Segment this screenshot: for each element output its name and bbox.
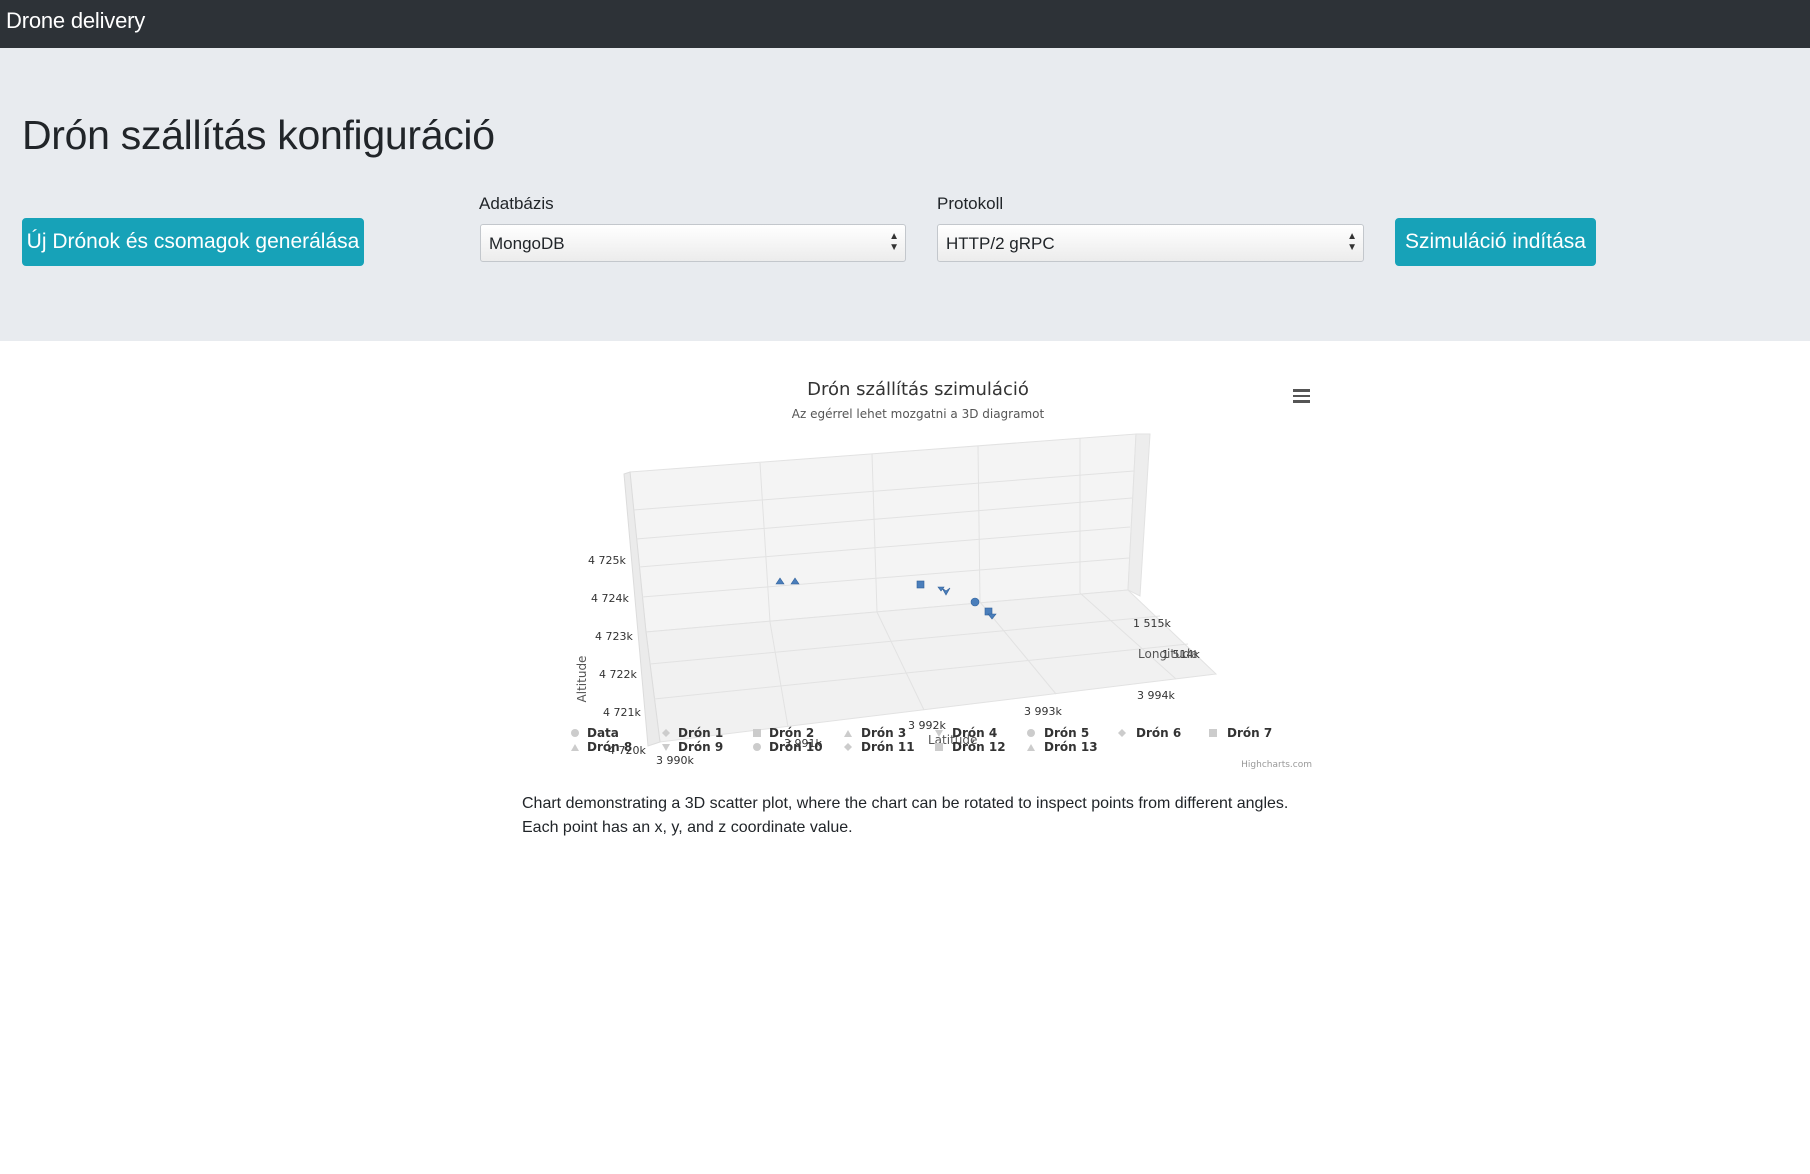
legend-marker-icon <box>662 744 670 751</box>
legend-marker-icon <box>753 743 761 751</box>
legend-marker-icon <box>1027 744 1035 751</box>
legend-label: Drón 6 <box>1136 726 1181 740</box>
legend-label: Data <box>587 726 619 740</box>
legend-item-dron-13[interactable]: Drón 13 <box>1027 740 1098 754</box>
legend-label: Drón 11 <box>861 740 915 754</box>
legend-label: Drón 13 <box>1044 740 1098 754</box>
legend-label: Drón 1 <box>678 726 723 740</box>
legend-item-dron-5[interactable]: Drón 5 <box>1027 726 1089 740</box>
select-arrows-icon: ▲ ▼ <box>1347 231 1357 253</box>
x-tick-label: 3 990k <box>656 754 694 767</box>
legend-marker-icon <box>935 743 943 751</box>
chart-caption: Chart demonstrating a 3D scatter plot, w… <box>522 795 1289 836</box>
chart-title: Drón szállítás szimuláció <box>807 379 1029 400</box>
legend-item-dron-8[interactable]: Drón 8 <box>571 740 632 754</box>
legend-marker-icon <box>753 729 761 737</box>
legend-label: Drón 5 <box>1044 726 1089 740</box>
x-tick-label: 3 994k <box>1137 689 1175 702</box>
data-point[interactable] <box>916 580 925 589</box>
chart-plot-area[interactable]: 4 725k 4 724k 4 723k 4 722k 4 721k 4 720… <box>520 374 1316 776</box>
generate-drones-button[interactable]: Új Drónok és csomagok generálása <box>22 218 364 266</box>
y-tick-label: 4 725k <box>588 554 626 567</box>
protocol-select[interactable]: HTTP/2 gRPC ▲ ▼ <box>937 224 1364 262</box>
legend-label: Drón 9 <box>678 740 723 754</box>
legend-item-dron-3[interactable]: Drón 3 <box>844 726 906 740</box>
legend-item-dron-7[interactable]: Drón 7 <box>1209 726 1272 740</box>
legend-label: Drón 10 <box>769 740 823 754</box>
z-tick-label: 1 515k <box>1133 617 1171 630</box>
database-select[interactable]: MongoDB ▲ ▼ <box>480 224 906 262</box>
database-label: Adatbázis <box>479 194 554 213</box>
legend-marker-icon <box>844 743 852 751</box>
legend-label: Drón 7 <box>1227 726 1272 740</box>
legend-item-dron-11[interactable]: Drón 11 <box>844 740 915 754</box>
y-tick-label: 4 722k <box>599 668 637 681</box>
page-title: Drón szállítás konfiguráció <box>22 112 495 158</box>
y-tick-label: 4 724k <box>591 592 629 605</box>
protocol-select-value: HTTP/2 gRPC <box>946 234 1055 253</box>
y-tick-label: 4 721k <box>603 706 641 719</box>
legend-label: Drón 3 <box>861 726 906 740</box>
data-point[interactable] <box>970 597 980 607</box>
legend-label: Drón 2 <box>769 726 814 740</box>
legend-item-dron-6[interactable]: Drón 6 <box>1118 726 1181 740</box>
scatter-3d-chart[interactable]: 4 725k 4 724k 4 723k 4 722k 4 721k 4 720… <box>520 374 1316 776</box>
y-axis-title: Altitude <box>575 656 589 703</box>
legend-item-dron-9[interactable]: Drón 9 <box>662 740 723 754</box>
hamburger-menu-icon[interactable] <box>1290 386 1314 406</box>
database-select-value: MongoDB <box>489 234 565 253</box>
legend-marker-icon <box>1118 729 1126 737</box>
legend-marker-icon <box>571 744 579 751</box>
x-tick-label: 3 993k <box>1024 705 1062 718</box>
start-simulation-button[interactable]: Szimuláció indítása <box>1395 218 1596 266</box>
navbar-brand[interactable]: Drone delivery <box>6 8 145 34</box>
protocol-label: Protokoll <box>937 194 1004 213</box>
config-panel: Drón szállítás konfiguráció Új Drónok és… <box>0 48 1810 341</box>
z-axis-title: Longitude <box>1138 647 1198 661</box>
chart-credits[interactable]: Highcharts.com <box>1241 760 1312 770</box>
legend-label: Drón 4 <box>952 726 997 740</box>
legend-marker-icon <box>1027 729 1035 737</box>
legend-item-dron-10[interactable]: Drón 10 <box>753 740 823 754</box>
navbar: Drone delivery <box>0 0 1810 48</box>
legend-marker-icon <box>844 730 852 737</box>
select-arrows-icon: ▲ ▼ <box>889 231 899 253</box>
y-tick-label: 4 723k <box>595 630 633 643</box>
legend-item-data[interactable]: Data <box>571 726 619 740</box>
legend-marker-icon <box>571 729 579 737</box>
chart-subtitle: Az egérrel lehet mozgatni a 3D diagramot <box>791 407 1045 421</box>
legend-label: Drón 12 <box>952 740 1006 754</box>
legend-marker-icon <box>1209 729 1217 737</box>
legend-label: Drón 8 <box>587 740 632 754</box>
